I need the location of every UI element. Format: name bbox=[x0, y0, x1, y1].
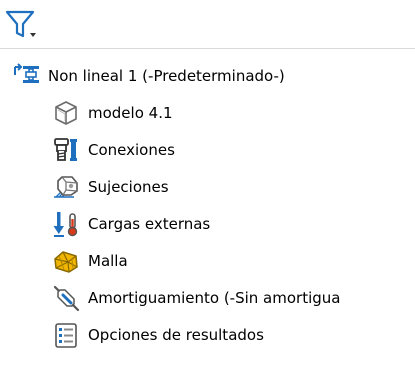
study-root-icon bbox=[12, 62, 40, 90]
connections-icon bbox=[52, 136, 80, 164]
tree-item-label: Non lineal 1 (-Predeterminado-) bbox=[48, 67, 285, 85]
feature-tree-panel: Non lineal 1 (-Predeterminado-) modelo 4… bbox=[0, 0, 415, 371]
mesh-icon bbox=[52, 247, 80, 275]
tree-item-label: Opciones de resultados bbox=[88, 326, 264, 344]
toolbar-separator bbox=[0, 48, 415, 49]
tree-item-label: Sujeciones bbox=[88, 178, 169, 196]
part-body-icon bbox=[52, 99, 80, 127]
tree-item-part[interactable]: modelo 4.1 bbox=[52, 95, 173, 131]
filter-toolbar bbox=[0, 0, 415, 48]
tree-item-label: Conexiones bbox=[88, 141, 175, 159]
filter-dropdown-icon bbox=[5, 10, 36, 38]
tree-item-connections[interactable]: Conexiones bbox=[52, 132, 175, 168]
damping-icon bbox=[52, 284, 80, 312]
tree-item-label: modelo 4.1 bbox=[88, 104, 173, 122]
tree-item-result-options[interactable]: Opciones de resultados bbox=[52, 317, 264, 353]
chevron-down-icon bbox=[30, 33, 36, 37]
result-options-icon bbox=[52, 321, 80, 349]
external-loads-icon bbox=[52, 210, 80, 238]
tree-item-label: Amortiguamiento (-Sin amortigua bbox=[88, 289, 341, 307]
filter-button[interactable] bbox=[4, 8, 40, 40]
fixtures-icon bbox=[52, 173, 80, 201]
tree-item-label: Cargas externas bbox=[88, 215, 211, 233]
tree-item-label: Malla bbox=[88, 252, 128, 270]
tree-item-study-root[interactable]: Non lineal 1 (-Predeterminado-) bbox=[12, 58, 285, 94]
tree-item-fixtures[interactable]: Sujeciones bbox=[52, 169, 169, 205]
tree-item-external-loads[interactable]: Cargas externas bbox=[52, 206, 210, 242]
tree-item-mesh[interactable]: Malla bbox=[52, 243, 128, 279]
tree-item-damping[interactable]: Amortiguamiento (-Sin amortigua bbox=[52, 280, 340, 316]
